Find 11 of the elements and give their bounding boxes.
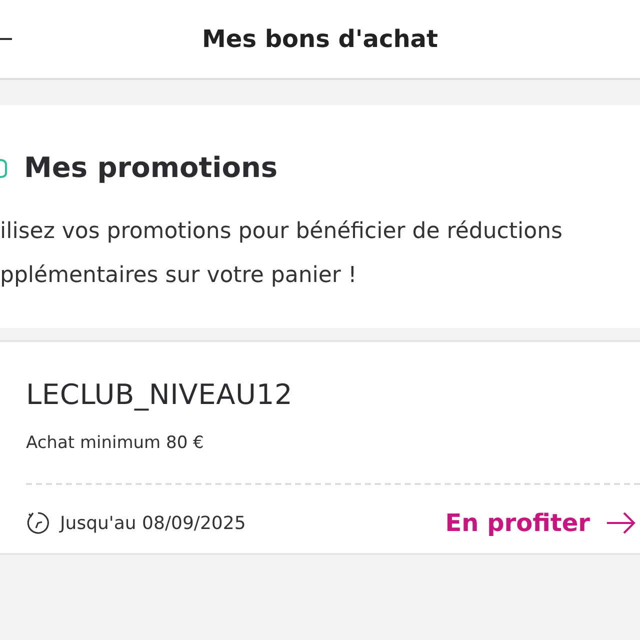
arrow-right-icon bbox=[606, 511, 636, 535]
page-title: Mes bons d'achat bbox=[202, 25, 438, 53]
description-text: pplémentaires sur votre panier ! bbox=[0, 262, 358, 290]
description-text: ilisez vos promotions pour bénéficier de réductions bbox=[0, 218, 564, 246]
clock-icon bbox=[26, 511, 50, 535]
use-voucher-link[interactable]: En profiter bbox=[445, 509, 640, 537]
validity-date: Jusqu'au 08/09/2025 bbox=[60, 512, 246, 534]
minimum-purchase: Achat minimum 80 € bbox=[26, 433, 205, 453]
section-title: Mes promotions bbox=[24, 151, 278, 184]
back-icon[interactable] bbox=[0, 37, 12, 41]
voucher-code: LECLUB_NIVEAU12 bbox=[26, 378, 294, 411]
